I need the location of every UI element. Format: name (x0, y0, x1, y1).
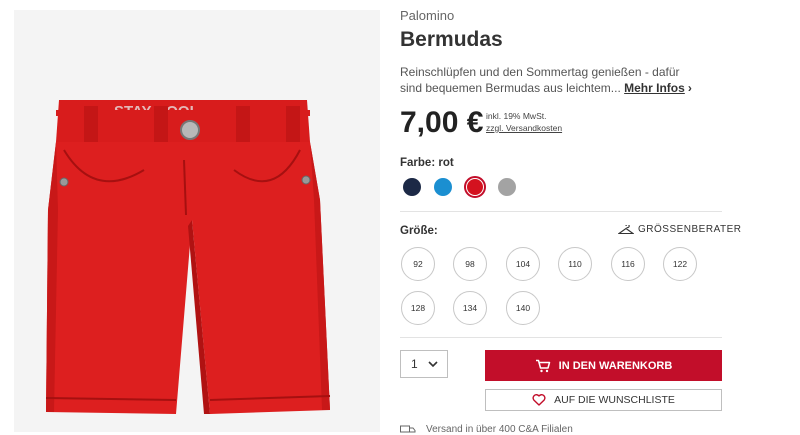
size-option-116[interactable]: 116 (611, 247, 645, 281)
quantity-value: 1 (411, 357, 418, 371)
product-description: Reinschlüpfen und den Sommertag genießen… (400, 64, 700, 96)
color-swatch-navy[interactable] (403, 178, 421, 196)
product-title: Bermudas (400, 28, 503, 51)
red-bermuda-shorts-image: STAY COOL (45, 100, 331, 414)
color-swatch-red[interactable] (464, 176, 486, 198)
color-swatch-grey[interactable] (498, 178, 516, 196)
color-label: Farbe: rot (400, 157, 454, 169)
product-brand[interactable]: Palomino (400, 8, 454, 23)
add-to-cart-button[interactable]: IN DEN WARENKORB (485, 350, 722, 381)
size-option-140[interactable]: 140 (506, 291, 540, 325)
add-to-wishlist-label: AUF DIE WUNSCHLISTE (554, 394, 675, 406)
add-to-wishlist-button[interactable]: AUF DIE WUNSCHLISTE (485, 389, 722, 411)
truck-icon (400, 425, 416, 432)
color-swatch-blue[interactable] (434, 178, 452, 196)
divider (400, 211, 722, 212)
delivery-note: Versand in über 400 C&A Filialen (426, 424, 573, 435)
hanger-icon (618, 224, 634, 234)
size-label: Größe: (400, 225, 438, 237)
heart-icon (532, 394, 546, 406)
chevron-right-icon: › (687, 81, 692, 95)
shipping-costs-link[interactable]: zzgl. Versandkosten (486, 122, 562, 134)
add-to-cart-label: IN DEN WARENKORB (558, 359, 673, 372)
size-option-110[interactable]: 110 (558, 247, 592, 281)
quantity-select[interactable]: 1 (400, 350, 448, 378)
size-option-134[interactable]: 134 (453, 291, 487, 325)
size-option-128[interactable]: 128 (401, 291, 435, 325)
vat-note: inkl. 19% MwSt. (486, 111, 547, 121)
size-advisor-link[interactable]: GRÖSSENBERATER (618, 224, 742, 235)
size-option-98[interactable]: 98 (453, 247, 487, 281)
divider (400, 337, 722, 338)
product-image[interactable]: STAY COOL (14, 10, 380, 432)
shopping-cart-icon (535, 359, 550, 372)
size-advisor-label: GRÖSSENBERATER (638, 224, 742, 235)
chevron-down-icon (428, 361, 438, 368)
selected-color-dot (467, 179, 483, 195)
size-option-104[interactable]: 104 (506, 247, 540, 281)
product-price: 7,00 € (400, 106, 484, 139)
delivery-info: Versand in über 400 C&A Filialen (400, 424, 573, 435)
size-option-122[interactable]: 122 (663, 247, 697, 281)
more-info-link[interactable]: Mehr Infos (624, 81, 685, 95)
price-notes: inkl. 19% MwSt. zzgl. Versandkosten (486, 110, 562, 134)
size-option-92[interactable]: 92 (401, 247, 435, 281)
